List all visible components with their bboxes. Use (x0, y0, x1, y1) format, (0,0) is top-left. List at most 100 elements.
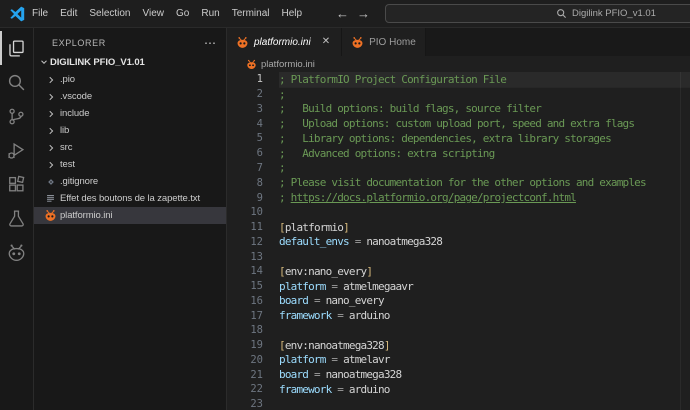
tree-item-lib[interactable]: lib (34, 122, 226, 139)
close-icon[interactable]: ✕ (320, 36, 332, 48)
line-number: 21 (227, 369, 263, 381)
search-icon (556, 8, 567, 19)
tree-item-label: .pio (60, 74, 75, 85)
tab-pio-home[interactable]: PIO Home (342, 28, 426, 56)
beaker-icon (7, 209, 26, 228)
chevron-right-icon (44, 143, 57, 153)
code-line-16[interactable]: 16board = nano_every (227, 293, 690, 308)
tree-item--gitignore[interactable]: .gitignore (34, 173, 226, 190)
activity-item-extensions[interactable] (0, 167, 33, 201)
line-number: 6 (227, 147, 263, 159)
more-actions-icon[interactable]: ⋯ (204, 39, 216, 47)
code-line-5[interactable]: 5 ; Library options: dependencies, extra … (227, 131, 690, 146)
tree-item-src[interactable]: src (34, 139, 226, 156)
code-line-12[interactable]: 12default_envs = nanoatmega328 (227, 234, 690, 249)
platformio-icon (236, 36, 249, 49)
menu-item-view[interactable]: View (137, 4, 171, 23)
code-line-3[interactable]: 3; Build options: build flags, source fi… (227, 102, 690, 117)
code-line-15[interactable]: 15platform = atmelmegaavr (227, 279, 690, 294)
history-navigation: ← → (336, 0, 370, 27)
code-line-1[interactable]: 1; PlatformIO Project Configuration File (227, 72, 690, 87)
chevron-right-icon (44, 126, 57, 136)
run-debug-icon (7, 141, 26, 160)
code-line-14[interactable]: 14 [env:nano_every] (227, 264, 690, 279)
menu-item-run[interactable]: Run (195, 4, 225, 23)
tree-item-include[interactable]: include (34, 105, 226, 122)
code-line-text: framework = arduino (279, 308, 690, 323)
token-l[interactable]: https://docs.platformio.org/page/project… (291, 191, 576, 204)
menu-item-selection[interactable]: Selection (83, 4, 136, 23)
token-k: platform (279, 353, 326, 366)
code-line-20[interactable]: 20platform = atmelavr (227, 353, 690, 368)
tree-item--vscode[interactable]: .vscode (34, 88, 226, 105)
code-line-9[interactable]: 9; https://docs.platformio.org/page/proj… (227, 190, 690, 205)
activity-item-search[interactable] (0, 65, 33, 99)
chevron-right-icon (44, 75, 57, 85)
activity-item-platformio[interactable] (0, 235, 33, 269)
line-number: 14 (227, 265, 263, 277)
activity-item-explorer[interactable] (0, 31, 33, 65)
code-editor[interactable]: 1; PlatformIO Project Configuration File… (227, 72, 690, 410)
code-line-19[interactable]: 19[env:nanoatmega328] (227, 338, 690, 353)
tree-item--pio[interactable]: .pio (34, 71, 226, 88)
line-number: 5 (227, 132, 263, 144)
code-line-text: board = nano_every (279, 293, 690, 308)
token-v: nanoatmega328 (366, 235, 442, 248)
code-line-13[interactable]: 13 (227, 249, 690, 264)
code-line-18[interactable]: 18 (227, 323, 690, 338)
code-line-6[interactable]: 6; Advanced options: extra scripting (227, 146, 690, 161)
code-line-17[interactable]: 17framework = arduino (227, 308, 690, 323)
file-tree: .pio .vscodeincludelibsrc test .gitignore Ef… (34, 71, 226, 224)
code-line-22[interactable]: 22framework = arduino (227, 382, 690, 397)
menu-item-edit[interactable]: Edit (54, 4, 83, 23)
tab-platformio-ini[interactable]: platformio.ini✕ (227, 28, 342, 56)
code-line-21[interactable]: 21 board = nanoatmega328 (227, 367, 690, 382)
code-line-8[interactable]: 8; Please visit documentation for the ot… (227, 175, 690, 190)
code-line-text: board = nanoatmega328 (279, 367, 690, 382)
token-e: = (331, 383, 348, 396)
menu-item-file[interactable]: File (26, 4, 54, 23)
tree-item-test[interactable]: test (34, 156, 226, 173)
line-number: 4 (227, 118, 263, 130)
code-line-text: [env:nano_every] (279, 264, 690, 279)
breadcrumb[interactable]: platformio.ini (227, 56, 690, 72)
vscode-window: FileEditSelectionViewGoRunTerminalHelp ←… (0, 0, 690, 410)
tree-root-folder[interactable]: DIGILINK PFIO_V1.01 (34, 53, 226, 71)
activity-item-source-control[interactable] (0, 99, 33, 133)
menu-item-help[interactable]: Help (276, 4, 309, 23)
code-line-4[interactable]: 4 ; Upload options: custom upload port, s… (227, 116, 690, 131)
menu-item-go[interactable]: Go (170, 4, 195, 23)
token-c: ; Upload options: custom upload port, sp… (279, 117, 634, 130)
editor-scrollbar[interactable] (680, 72, 690, 410)
line-number: 9 (227, 192, 263, 204)
back-icon[interactable]: ← (336, 7, 349, 20)
code-line-10[interactable]: 10 (227, 205, 690, 220)
line-number: 12 (227, 236, 263, 248)
code-line-7[interactable]: 7; (227, 161, 690, 176)
menu-item-terminal[interactable]: Terminal (226, 4, 276, 23)
source-control-icon (7, 107, 26, 126)
command-center-search[interactable]: Digilink PFIO_v1.01 (385, 4, 690, 23)
tree-item-label: test (60, 159, 75, 170)
tree-item-platformio-ini[interactable]: platformio.ini (34, 207, 226, 224)
token-c: ; (279, 88, 285, 101)
line-number: 3 (227, 103, 263, 115)
breadcrumb-label: platformio.ini (261, 59, 315, 70)
platformio-icon (246, 59, 257, 70)
tab-bar: platformio.ini✕PIO Home (227, 28, 690, 56)
activity-item-run-debug[interactable] (0, 133, 33, 167)
code-line-23[interactable]: 23 (227, 397, 690, 410)
activity-item-testing[interactable] (0, 201, 33, 235)
line-number: 8 (227, 177, 263, 189)
token-c: ; Library options: dependencies, extra l… (279, 132, 611, 145)
token-s: platformio (285, 221, 343, 234)
line-number: 15 (227, 280, 263, 292)
line-number: 18 (227, 324, 263, 336)
code-line-text: ; Library options: dependencies, extra l… (279, 131, 690, 146)
tree-item-effet-des-boutons-de-la-zapette-txt[interactable]: Effet des boutons de la zapette.txt (34, 190, 226, 207)
code-line-11[interactable]: 11[platformio] (227, 220, 690, 235)
forward-icon[interactable]: → (357, 7, 370, 20)
code-line-text: ; (279, 87, 690, 102)
code-line-2[interactable]: 2; (227, 87, 690, 102)
tree-item-label: Effet des boutons de la zapette.txt (60, 193, 200, 204)
